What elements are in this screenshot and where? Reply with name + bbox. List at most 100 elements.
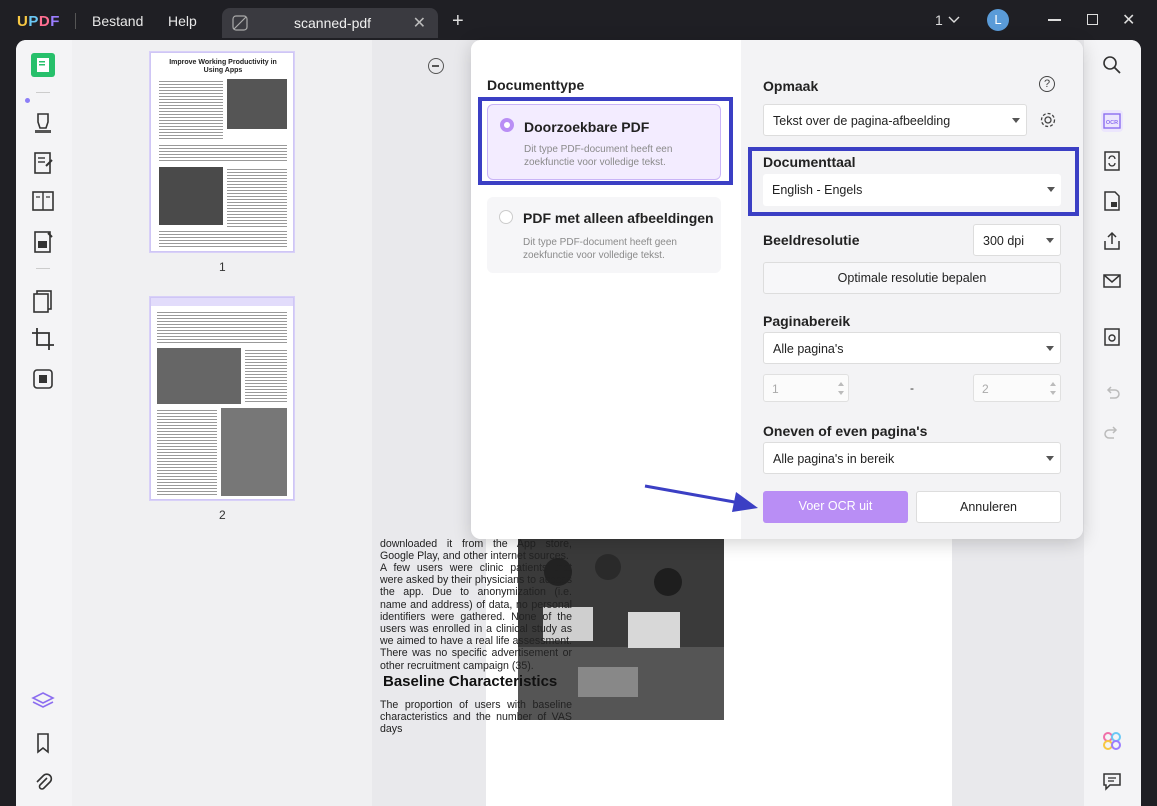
thumbnail-page-1[interactable]: Improve Working Productivity in Using Ap…	[150, 52, 294, 252]
caret-down-icon	[1012, 118, 1020, 123]
menu-separator	[75, 13, 76, 29]
page-range-title: Paginabereik	[763, 313, 851, 329]
range-dash: -	[910, 381, 914, 395]
right-toolbar: OCR	[1084, 40, 1141, 806]
document-type-panel: Documenttype Doorzoekbare PDF Dit type P…	[471, 40, 741, 539]
thumbnail-title: Improve Working Productivity in Using Ap…	[169, 59, 277, 74]
highlight-annotation	[478, 97, 733, 185]
toolbar-divider	[36, 268, 50, 269]
layers-icon[interactable]	[30, 689, 56, 715]
thumbnail-text-block	[159, 143, 287, 163]
ocr-settings-panel: Opmaak ? Tekst over de pagina-afbeelding…	[741, 40, 1083, 539]
document-type-title: Documenttype	[487, 77, 585, 93]
menu-help[interactable]: Help	[168, 13, 197, 29]
spin-down-icon[interactable]	[1050, 391, 1056, 395]
crop-icon[interactable]	[30, 326, 56, 352]
resolution-title: Beeldresolutie	[763, 232, 860, 248]
document-paragraph: downloaded it from the App store, Google…	[380, 538, 572, 563]
option-title: PDF met alleen afbeeldingen	[523, 210, 714, 226]
maximize-icon[interactable]	[1087, 14, 1098, 25]
title-bar: UPDF Bestand Help scanned-pdf ✕ + 1 L ✕	[0, 0, 1157, 42]
protect-icon[interactable]	[1101, 190, 1123, 212]
convert-icon[interactable]	[30, 366, 56, 392]
thumbnail-text-block	[159, 79, 223, 139]
menu-bestand[interactable]: Bestand	[92, 13, 143, 29]
active-indicator	[25, 98, 30, 103]
caret-down-icon	[1046, 456, 1054, 461]
thumbnail-page-number: 1	[219, 260, 226, 274]
thumbnail-photo	[221, 408, 287, 496]
search-icon[interactable]	[1101, 54, 1123, 76]
document-tab[interactable]: scanned-pdf ✕	[222, 8, 438, 38]
minimize-icon[interactable]	[1048, 19, 1061, 21]
thumbnail-page-number: 2	[219, 508, 226, 522]
thumbnail-highlight	[151, 298, 293, 306]
close-window-icon[interactable]: ✕	[1122, 10, 1135, 30]
document-paragraph: A few users were clinic patients that we…	[380, 562, 572, 672]
range-to-input[interactable]: 2	[973, 374, 1061, 402]
comment-icon[interactable]	[1101, 770, 1123, 792]
updf-logo: UPDF	[17, 13, 60, 30]
ocr-dialog: Documenttype Doorzoekbare PDF Dit type P…	[471, 40, 1083, 539]
layout-select[interactable]: Tekst over de pagina-afbeelding	[763, 104, 1027, 136]
ocr-icon[interactable]: OCR	[1101, 110, 1123, 132]
redo-icon[interactable]	[1101, 422, 1123, 444]
option-description: Dit type PDF-document heeft geen zoekfun…	[523, 237, 677, 261]
reader-icon[interactable]	[30, 52, 56, 78]
thumbnail-text-block	[159, 229, 287, 247]
tab-close-icon[interactable]: ✕	[413, 13, 426, 33]
zoom-out-icon[interactable]	[428, 58, 444, 74]
help-icon[interactable]: ?	[1039, 76, 1055, 92]
run-ocr-button[interactable]: Voer OCR uit	[763, 491, 908, 523]
odd-even-title: Oneven of even pagina's	[763, 423, 928, 439]
organize-pages-icon[interactable]	[30, 288, 56, 314]
avatar[interactable]: L	[987, 9, 1009, 31]
page-range-select[interactable]: Alle pagina's	[763, 332, 1061, 364]
share-icon[interactable]	[1101, 230, 1123, 252]
spin-up-icon[interactable]	[838, 382, 844, 386]
form-icon[interactable]	[30, 229, 56, 255]
bookmark-icon[interactable]	[30, 730, 56, 756]
thumbnail-text-block	[227, 167, 287, 227]
resolution-value: 300 dpi	[983, 234, 1025, 248]
spin-up-icon[interactable]	[1050, 382, 1056, 386]
highlight-annotation	[748, 147, 1079, 216]
cancel-button[interactable]: Annuleren	[916, 491, 1061, 523]
document-heading: Baseline Characteristics	[383, 673, 558, 690]
spin-down-icon[interactable]	[838, 391, 844, 395]
tab-edit-off-icon	[232, 15, 248, 36]
thumbnail-photo	[227, 79, 287, 129]
radio-unselected[interactable]	[499, 210, 513, 224]
convert-pdf-icon[interactable]	[1101, 150, 1123, 172]
odd-even-select[interactable]: Alle pagina's in bereik	[763, 442, 1061, 474]
range-from-input[interactable]: 1	[763, 374, 849, 402]
ai-assistant-icon[interactable]	[1101, 730, 1123, 752]
page-view-icon[interactable]	[30, 188, 56, 214]
thumbnail-text-block	[157, 310, 287, 344]
edit-text-icon[interactable]	[30, 150, 56, 176]
thumbnail-page-2[interactable]	[150, 297, 294, 500]
chevron-down-icon[interactable]	[948, 12, 960, 30]
settings-gear-icon[interactable]	[1039, 111, 1057, 134]
layout-value: Tekst over de pagina-afbeelding	[773, 114, 951, 128]
attachment-icon[interactable]	[30, 770, 56, 796]
option-image-only-pdf[interactable]: PDF met alleen afbeeldingen Dit type PDF…	[487, 197, 721, 273]
pdf-page-next	[486, 785, 952, 806]
thumbnail-text-block	[245, 348, 287, 404]
document-paragraph: The proportion of users with baseline ch…	[380, 699, 572, 736]
highlighter-icon[interactable]	[30, 110, 56, 136]
mail-icon[interactable]	[1101, 270, 1123, 292]
caret-down-icon	[1046, 238, 1054, 243]
resolution-select[interactable]: 300 dpi	[973, 224, 1061, 256]
undo-icon[interactable]	[1101, 382, 1123, 404]
thumbnail-photo	[159, 167, 223, 225]
save-icon[interactable]	[1101, 326, 1123, 348]
new-tab-icon[interactable]: +	[452, 10, 464, 33]
toolbar-divider	[36, 92, 50, 93]
caret-down-icon	[1046, 346, 1054, 351]
odd-even-value: Alle pagina's in bereik	[773, 452, 895, 466]
page-indicator[interactable]: 1	[935, 12, 943, 28]
optimal-resolution-button[interactable]: Optimale resolutie bepalen	[763, 262, 1061, 294]
layout-title: Opmaak	[763, 78, 819, 94]
annotation-arrow	[644, 484, 758, 512]
